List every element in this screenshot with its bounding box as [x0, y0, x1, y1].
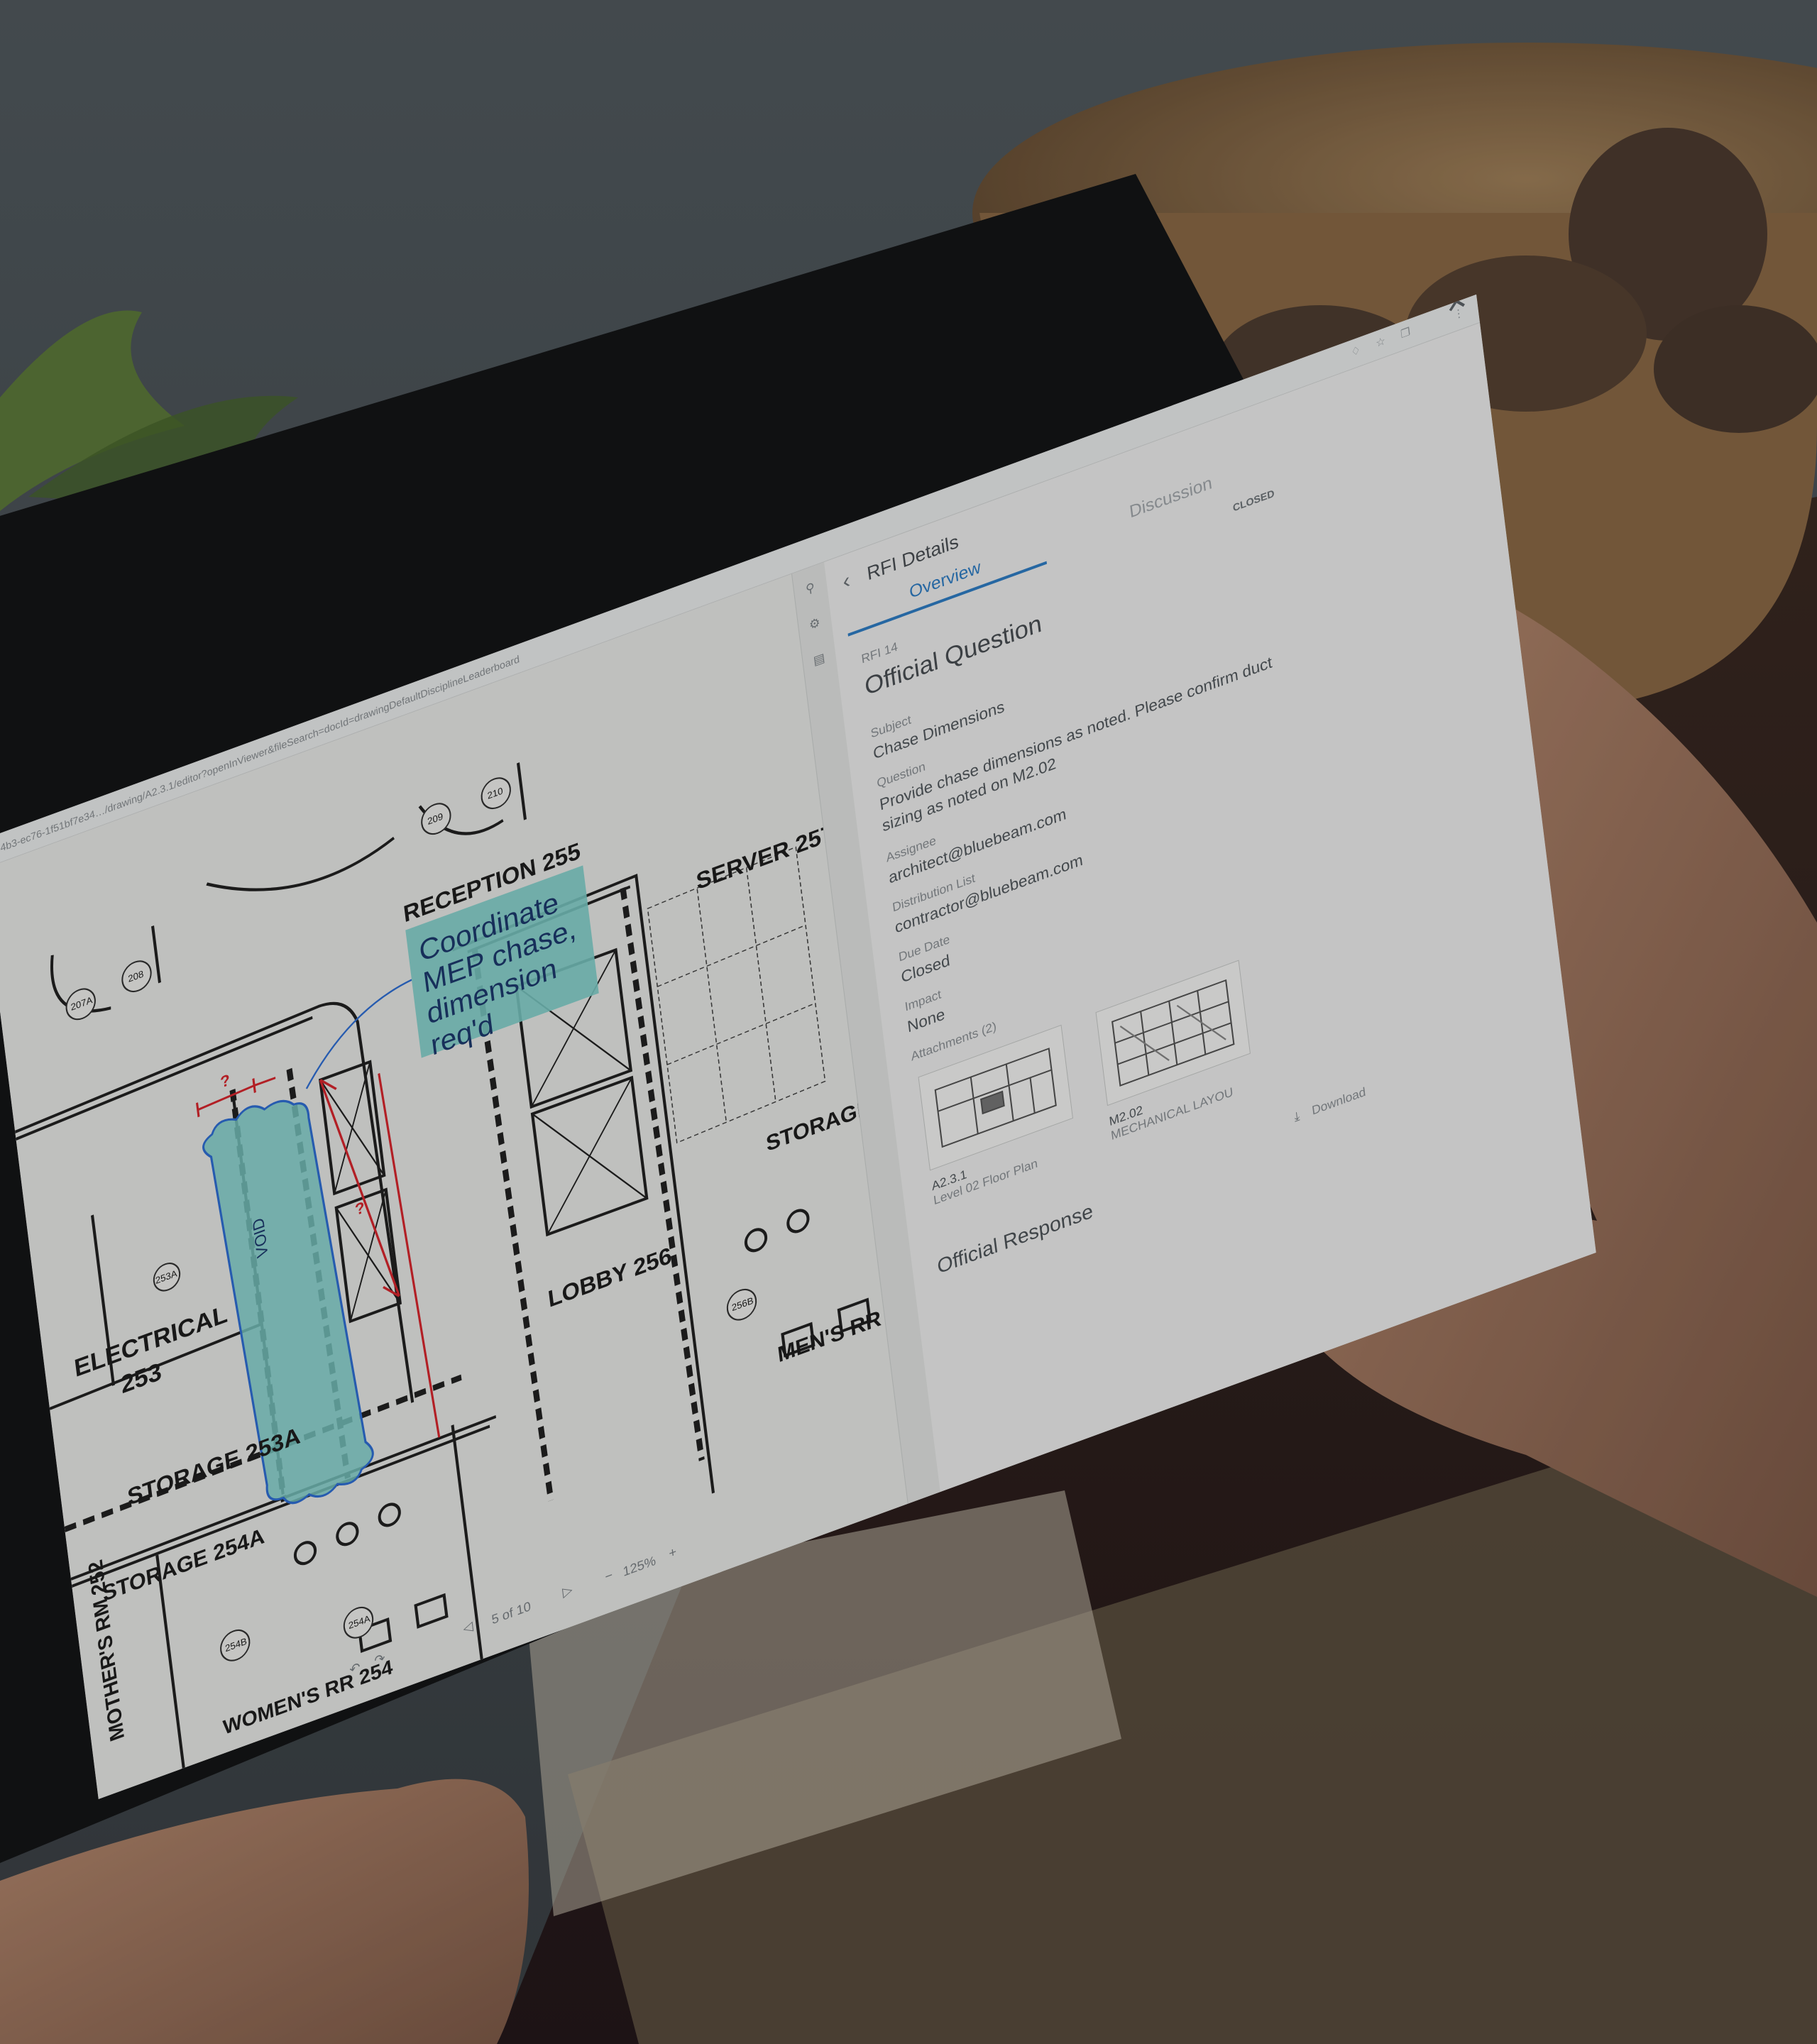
attachment-thumbnail[interactable]	[1095, 960, 1251, 1106]
copy-icon[interactable]: ❐	[1399, 326, 1412, 341]
tab-discussion[interactable]: Discussion	[1129, 473, 1214, 522]
back-chevron-icon[interactable]: ‹	[842, 568, 852, 595]
status-badge: CLOSED	[1232, 487, 1275, 514]
layers-icon[interactable]: ▤	[812, 651, 826, 669]
link-tool-icon[interactable]: ⚲	[803, 580, 818, 598]
settings-icon[interactable]: ⚙	[808, 615, 822, 633]
bell-icon[interactable]: ♢	[1349, 344, 1362, 360]
star-icon[interactable]: ☆	[1374, 334, 1387, 351]
download-icon[interactable]: ⤓	[1293, 1109, 1300, 1125]
photo-scene: …4b3-ec76-1f51bf7e34…/drawing/A2.3.1/edi…	[0, 0, 1817, 2044]
official-response-heading: Official Response	[935, 1199, 1094, 1278]
download-link[interactable]: Download	[1311, 1084, 1366, 1119]
field-value-question: Provide chase dimensions as noted. Pleas…	[878, 652, 1273, 835]
